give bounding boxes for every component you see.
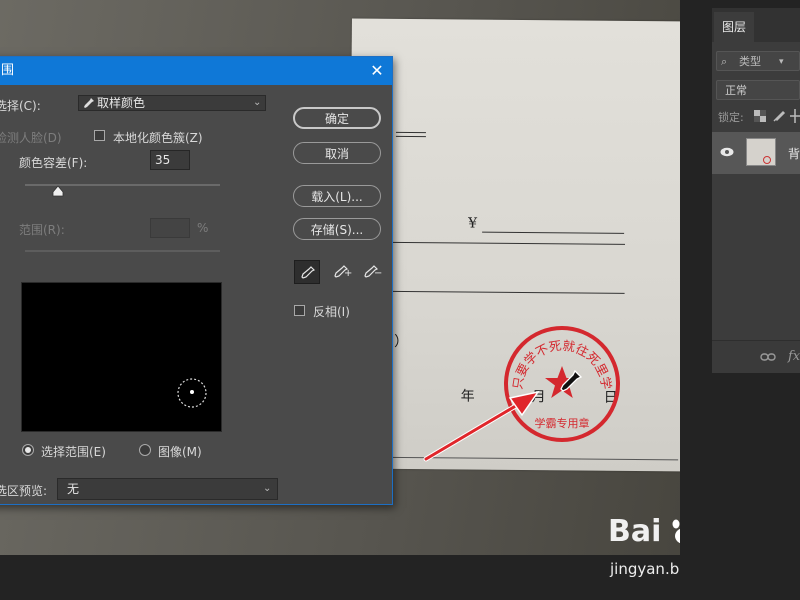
cancel-button[interactable]: 取消 xyxy=(293,142,381,164)
eyedropper-subtract-tool[interactable]: − xyxy=(358,260,384,284)
fx-icon[interactable]: fx xyxy=(788,349,800,364)
localized-clusters-checkbox[interactable] xyxy=(94,130,105,141)
thumbnail-stamp xyxy=(763,156,771,164)
ok-button[interactable]: 确定 xyxy=(293,107,381,129)
red-arrow-annotation xyxy=(423,390,540,462)
layers-tabbar: 图层 xyxy=(712,8,800,42)
selection-radio-label: 选择范围(E) xyxy=(41,445,106,459)
filter-kind-select[interactable]: ⌕ 类型 ▾ xyxy=(716,51,800,71)
workspace-bottom xyxy=(0,555,680,600)
range-label: 范围(R): xyxy=(19,223,65,237)
preview-label: 选区预览: xyxy=(0,484,48,498)
load-button[interactable]: 载入(L)... xyxy=(293,185,381,207)
filter-kind-label: 类型 xyxy=(739,55,761,68)
blend-mode-select[interactable]: 正常 xyxy=(716,80,800,100)
layer-name: 背 xyxy=(788,147,800,161)
chevron-down-icon: ⌄ xyxy=(263,483,272,494)
lock-label: 锁定: xyxy=(718,111,744,124)
link-icon[interactable] xyxy=(760,353,776,361)
chevron-down-icon: ⌄ xyxy=(253,97,262,108)
selection-radio[interactable] xyxy=(22,444,34,456)
lock-pixels-icon[interactable] xyxy=(772,109,786,123)
color-range-dialog: 围 ✕ 选择(C): 取样颜色 ⌄ 检测人脸(D) 本地化颜色簇(Z) 颜色容差… xyxy=(0,56,393,505)
watermark-brand-text: Bai xyxy=(608,514,662,549)
preview-value: 无 xyxy=(67,482,80,496)
paren-text: ） xyxy=(394,333,409,351)
radio-dot xyxy=(25,447,31,453)
select-dropdown[interactable]: 取样颜色 ⌄ xyxy=(78,95,266,111)
layers-footer: fx xyxy=(712,340,800,373)
preview-highlight xyxy=(177,378,207,408)
select-value: 取样颜色 xyxy=(97,96,146,110)
layer-thumbnail xyxy=(746,138,776,166)
selection-preview[interactable] xyxy=(21,282,222,432)
range-slider-track xyxy=(25,250,220,252)
invert-label: 反相(I) xyxy=(313,305,350,319)
eye-icon[interactable] xyxy=(720,147,734,157)
tab-layers[interactable]: 图层 xyxy=(714,12,754,42)
doc-line xyxy=(390,241,626,245)
search-icon: ⌕ xyxy=(721,55,728,68)
image-radio[interactable] xyxy=(139,444,151,456)
lock-position-icon[interactable] xyxy=(790,109,800,123)
range-unit: % xyxy=(197,221,209,235)
plus-sign: + xyxy=(344,268,353,279)
range-input xyxy=(150,218,190,238)
lock-transparent-icon[interactable] xyxy=(754,110,766,122)
yen-symbol: ¥ xyxy=(468,215,478,232)
minus-sign: − xyxy=(374,268,383,279)
eyedropper-cursor-icon xyxy=(560,369,583,392)
layers-panel: 图层 ⌕ 类型 ▾ 正常 锁定: 背 fx xyxy=(712,8,800,373)
doc-line xyxy=(389,290,625,294)
doc-line xyxy=(395,135,426,138)
preview-dropdown[interactable]: 无 ⌄ xyxy=(57,478,278,500)
fuzziness-slider-handle[interactable] xyxy=(52,185,64,197)
save-button[interactable]: 存储(S)... xyxy=(293,218,381,240)
fuzziness-label: 颜色容差(F): xyxy=(19,156,88,170)
invert-checkbox[interactable] xyxy=(294,305,305,316)
eyedropper-add-tool[interactable]: + xyxy=(328,260,354,284)
detect-faces-label: 检测人脸(D) xyxy=(0,131,62,145)
eyedropper-icon xyxy=(301,266,315,279)
fuzziness-input[interactable]: 35 xyxy=(150,150,190,170)
doc-line xyxy=(395,131,426,134)
chevron-down-icon: ▾ xyxy=(779,57,784,67)
dialog-titlebar[interactable]: 围 ✕ xyxy=(0,57,392,85)
localized-clusters-label: 本地化颜色簇(Z) xyxy=(113,131,203,145)
eyedropper-tool[interactable] xyxy=(294,260,320,284)
eyedropper-icon xyxy=(84,98,94,108)
select-label: 选择(C): xyxy=(0,99,41,113)
image-radio-label: 图像(M) xyxy=(158,445,202,459)
dialog-title: 围 xyxy=(1,63,15,78)
blend-mode-label: 正常 xyxy=(725,84,747,97)
layer-row[interactable]: 背 xyxy=(712,132,800,174)
doc-line xyxy=(482,231,625,234)
close-icon[interactable]: ✕ xyxy=(363,57,391,85)
